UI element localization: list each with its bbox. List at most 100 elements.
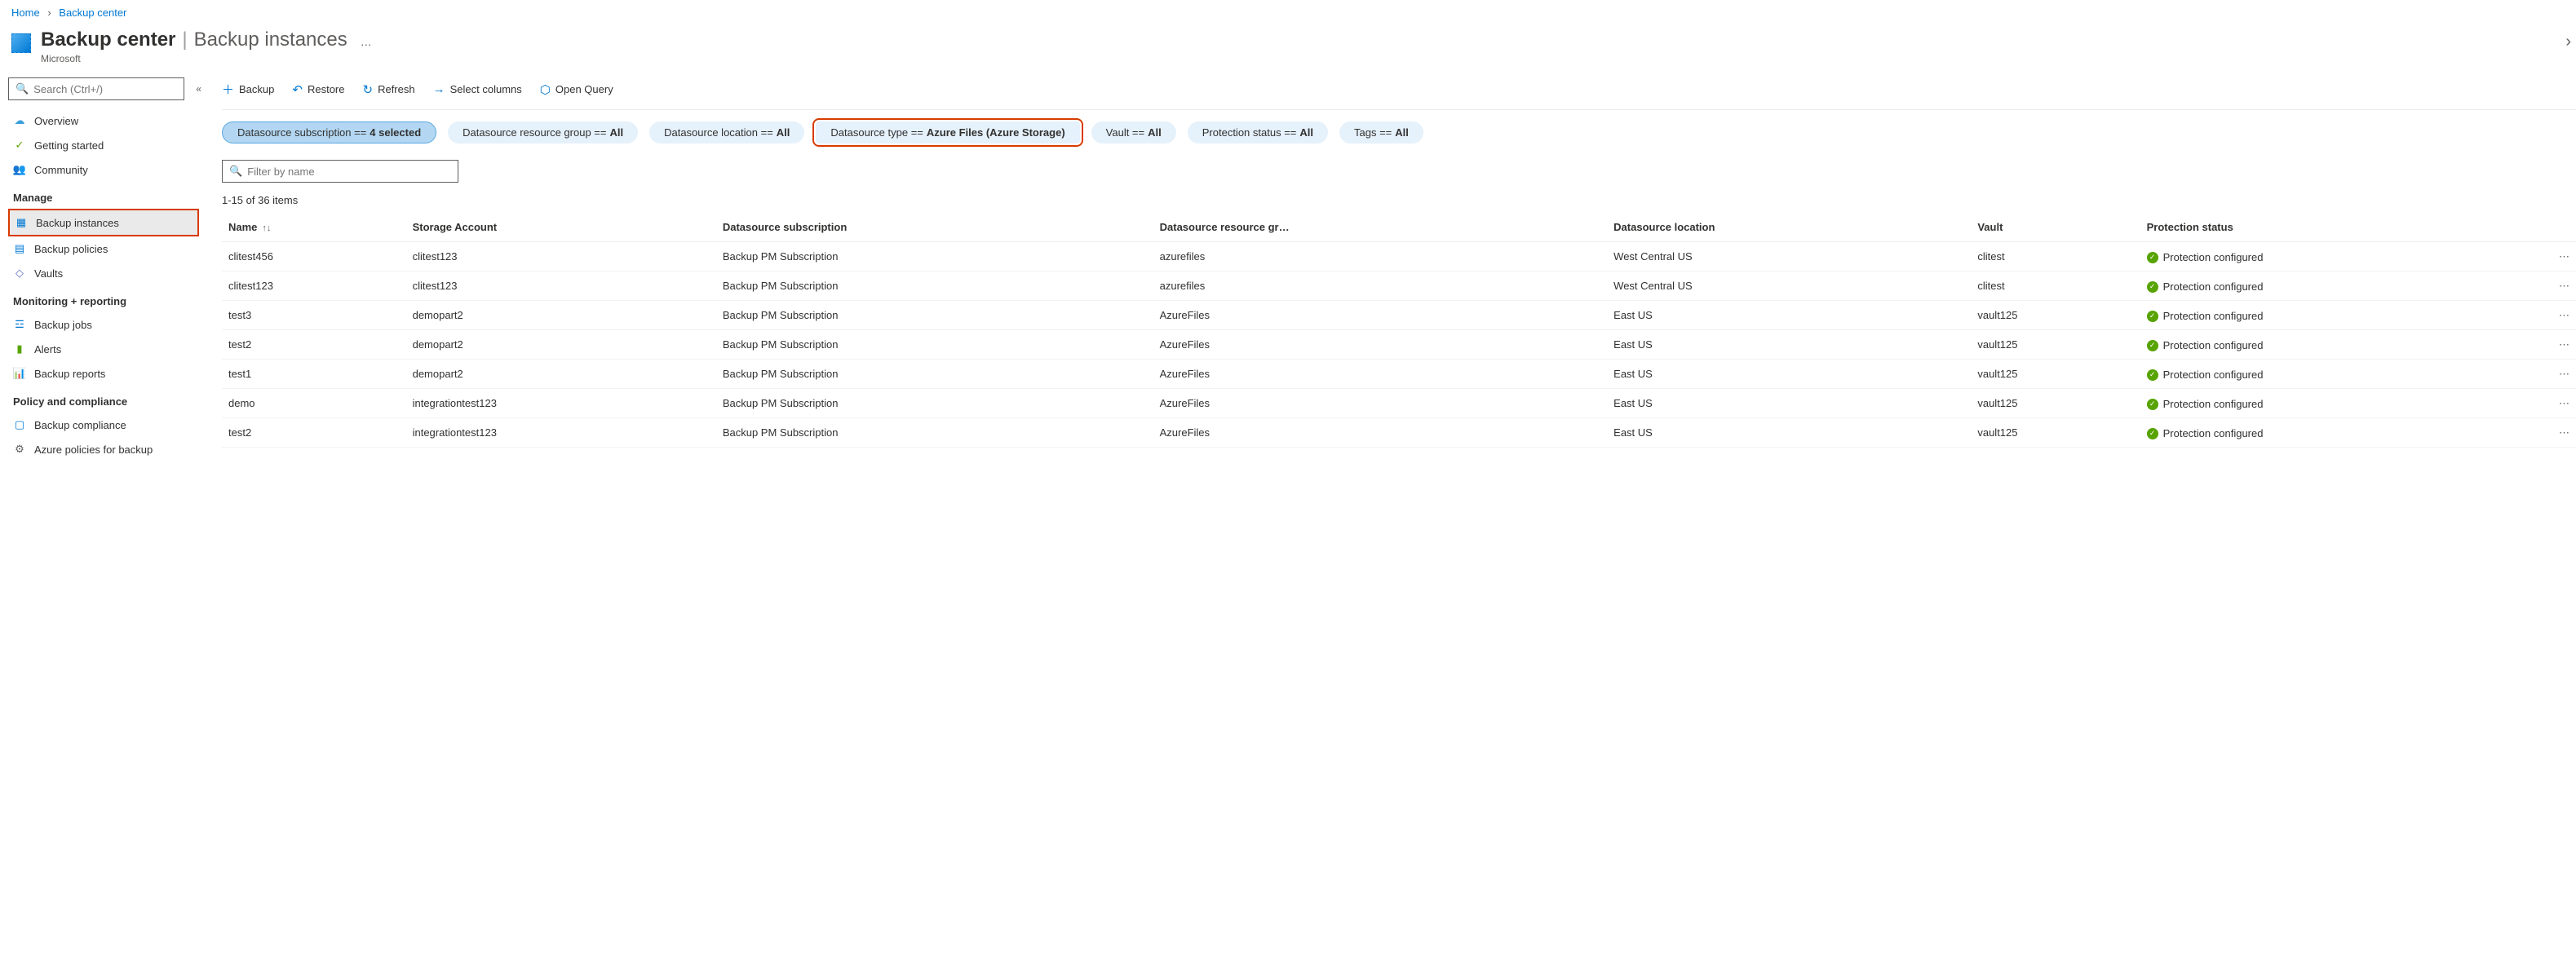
sidebar-item-alerts[interactable]: ▮Alerts [8, 337, 199, 361]
column-header[interactable]: Name↑↓ [222, 213, 406, 242]
cloud-icon: ☁ [13, 114, 26, 127]
column-header-actions [2552, 213, 2576, 242]
table-row[interactable]: clitest123clitest123Backup PM Subscripti… [222, 271, 2576, 301]
row-more-icon[interactable]: ⋯ [2552, 389, 2576, 418]
sidebar-item-backup-reports[interactable]: 📊Backup reports [8, 361, 199, 386]
filter-prefix: Vault == [1106, 126, 1144, 139]
search-icon: 🔍 [15, 82, 29, 95]
query-icon: ⬡ [540, 82, 551, 97]
cell-sub: Backup PM Subscription [716, 418, 1153, 448]
table-row[interactable]: test3demopart2Backup PM SubscriptionAzur… [222, 301, 2576, 330]
filter-pill[interactable]: Datasource subscription == 4 selected [222, 121, 436, 143]
chevron-right-icon[interactable]: › [2565, 33, 2571, 51]
collapse-sidebar-icon[interactable]: « [196, 83, 201, 95]
refresh-button[interactable]: ↻Refresh [363, 82, 415, 97]
sidebar-item-getting-started[interactable]: ✓Getting started [8, 133, 199, 157]
column-header[interactable]: Storage Account [406, 213, 716, 242]
row-more-icon[interactable]: ⋯ [2552, 242, 2576, 271]
cell-loc: East US [1607, 301, 1971, 330]
column-header[interactable]: Datasource resource gr… [1153, 213, 1608, 242]
sidebar-item-label: Vaults [34, 267, 63, 280]
filter-prefix: Tags == [1354, 126, 1392, 139]
row-more-icon[interactable]: ⋯ [2552, 418, 2576, 448]
cell-vault: clitest [1971, 242, 2140, 271]
status-text: Protection configured [2163, 398, 2264, 410]
filter-prefix: Protection status == [1202, 126, 1297, 139]
row-more-icon[interactable]: ⋯ [2552, 271, 2576, 301]
cell-rg: azurefiles [1153, 271, 1608, 301]
success-icon: ✓ [2147, 369, 2158, 381]
column-header[interactable]: Datasource location [1607, 213, 1971, 242]
sidebar-item-backup-jobs[interactable]: ☲ Backup jobs [8, 312, 199, 337]
cell-storage: clitest123 [406, 242, 716, 271]
sidebar: 🔍 « ☁Overview✓Getting started👥CommunityM… [0, 73, 204, 980]
more-actions-icon[interactable]: … [354, 35, 379, 48]
cell-vault: clitest [1971, 271, 2140, 301]
row-more-icon[interactable]: ⋯ [2552, 330, 2576, 360]
sidebar-item-backup-instances[interactable]: ▦Backup instances [8, 209, 199, 236]
filter-bar: Datasource subscription == 4 selected Dat… [222, 109, 2576, 155]
cell-storage: demopart2 [406, 330, 716, 360]
table-row[interactable]: test2demopart2Backup PM SubscriptionAzur… [222, 330, 2576, 360]
column-header[interactable]: Vault [1971, 213, 2140, 242]
sidebar-item-label: Backup compliance [34, 419, 126, 431]
backup-button[interactable]: ＋Backup [222, 81, 274, 98]
row-more-icon[interactable]: ⋯ [2552, 360, 2576, 389]
cell-loc: East US [1607, 330, 1971, 360]
row-more-icon[interactable]: ⋯ [2552, 301, 2576, 330]
cell-rg: azurefiles [1153, 242, 1608, 271]
filter-pill[interactable]: Vault == All [1091, 121, 1176, 143]
cell-rg: AzureFiles [1153, 389, 1608, 418]
open-query-button[interactable]: ⬡Open Query [540, 82, 613, 97]
breadcrumb-home[interactable]: Home [11, 7, 40, 19]
cell-sub: Backup PM Subscription [716, 360, 1153, 389]
select-columns-button[interactable]: →Select columns [433, 82, 522, 96]
sidebar-item-community[interactable]: 👥Community [8, 157, 199, 182]
cell-vault: vault125 [1971, 418, 2140, 448]
filter-value: All [609, 126, 623, 139]
alert-icon: ▮ [13, 342, 26, 355]
company-label: Microsoft [41, 53, 2565, 64]
sidebar-item-overview[interactable]: ☁Overview [8, 108, 199, 133]
sidebar-search[interactable]: 🔍 [8, 77, 184, 100]
gear-icon: ⚙ [13, 443, 26, 456]
cell-sub: Backup PM Subscription [716, 301, 1153, 330]
sidebar-item-label: Backup instances [36, 217, 119, 229]
status-text: Protection configured [2163, 280, 2264, 293]
sidebar-item-backup-policies[interactable]: ▤Backup policies [8, 236, 199, 261]
success-icon: ✓ [2147, 340, 2158, 351]
filter-pill[interactable]: Datasource type == Azure Files (Azure St… [816, 121, 1079, 143]
table-row[interactable]: test2integrationtest123Backup PM Subscri… [222, 418, 2576, 448]
column-header[interactable]: Datasource subscription [716, 213, 1153, 242]
sidebar-item-label: Community [34, 164, 88, 176]
breadcrumb-current[interactable]: Backup center [59, 7, 126, 19]
cell-vault: vault125 [1971, 389, 2140, 418]
table-row[interactable]: demointegrationtest123Backup PM Subscrip… [222, 389, 2576, 418]
sidebar-item-backup-compliance[interactable]: ▢Backup compliance [8, 413, 199, 437]
sidebar-item-label: Backup jobs [34, 319, 92, 331]
filter-input[interactable] [247, 166, 451, 178]
success-icon: ✓ [2147, 281, 2158, 293]
list-icon: ☲ [13, 318, 26, 331]
filter-pill[interactable]: Protection status == All [1188, 121, 1328, 143]
sidebar-section-policy-and-compliance: Policy and compliance [8, 386, 199, 413]
column-header[interactable]: Protection status [2140, 213, 2552, 242]
cell-sub: Backup PM Subscription [716, 330, 1153, 360]
table-row[interactable]: clitest456clitest123Backup PM Subscripti… [222, 242, 2576, 271]
cell-loc: East US [1607, 418, 1971, 448]
filter-by-name[interactable]: 🔍 [222, 160, 458, 183]
cell-vault: vault125 [1971, 330, 2140, 360]
search-input[interactable] [33, 83, 177, 95]
filter-pill[interactable]: Datasource location == All [649, 121, 804, 143]
success-icon: ✓ [2147, 428, 2158, 439]
table-row[interactable]: test1demopart2Backup PM SubscriptionAzur… [222, 360, 2576, 389]
sidebar-item-label: Azure policies for backup [34, 444, 153, 456]
cell-name: test1 [222, 360, 406, 389]
cell-status: ✓Protection configured [2140, 418, 2552, 448]
filter-pill[interactable]: Datasource resource group == All [448, 121, 638, 143]
sidebar-item-label: Backup reports [34, 368, 105, 380]
restore-button[interactable]: ↶Restore [292, 82, 344, 97]
sidebar-item-azure-policies-for-backup[interactable]: ⚙ Azure policies for backup [8, 437, 199, 461]
filter-pill[interactable]: Tags == All [1339, 121, 1423, 143]
sidebar-item-vaults[interactable]: ◇Vaults [8, 261, 199, 285]
